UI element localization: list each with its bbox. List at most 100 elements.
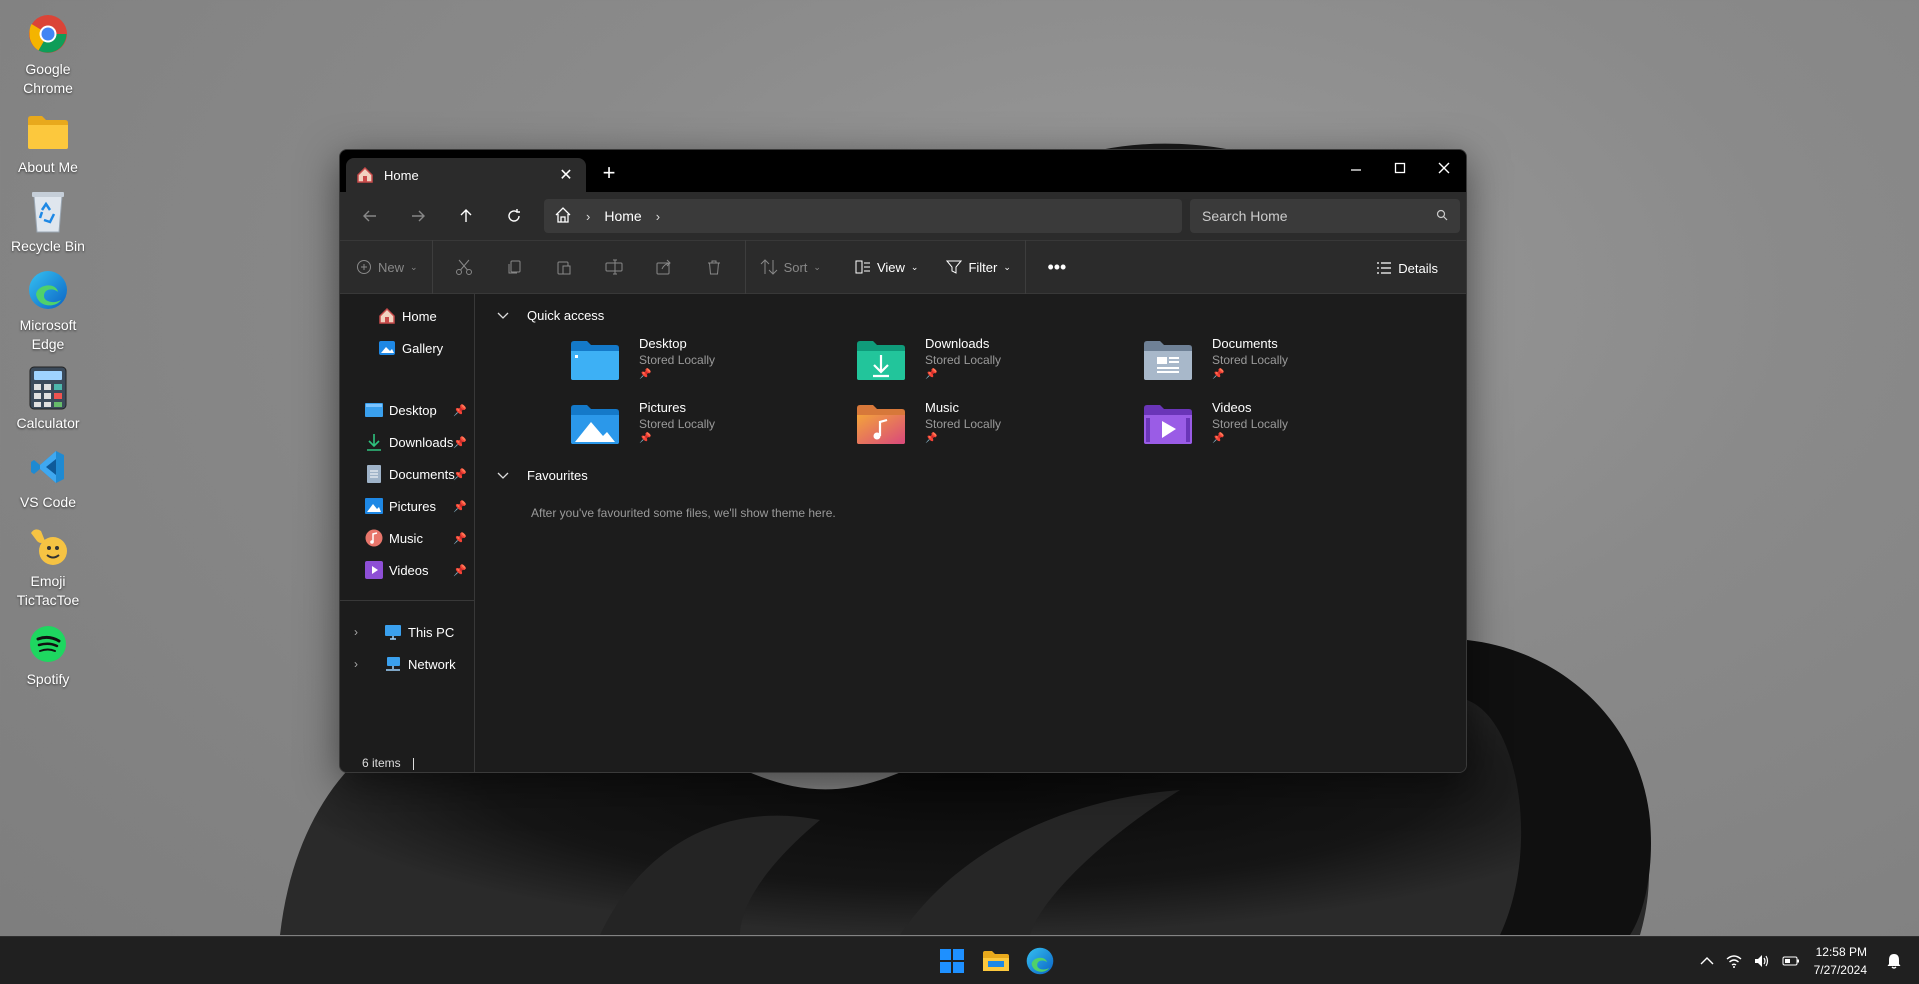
forward-button[interactable] [394,196,442,236]
pin-icon[interactable]: 📌 [453,404,467,417]
search-input[interactable]: Search Home [1190,199,1460,233]
desktop-icon-calculator[interactable]: Calculator [0,366,96,433]
desktop-icon-vscode[interactable]: VS Code [0,445,96,512]
pictures-folder-icon [571,405,619,444]
chevron-up-icon[interactable] [1700,956,1714,966]
up-button[interactable] [442,196,490,236]
share-button[interactable] [639,247,689,287]
quick-access-documents[interactable]: Documents Stored Locally 📌 [1142,336,1382,392]
volume-icon[interactable] [1754,954,1770,968]
download-icon [365,433,383,451]
clock-time: 12:58 PM [1815,945,1867,959]
more-icon: ••• [1047,256,1067,277]
chevron-right-icon[interactable]: › [586,209,590,224]
copy-button[interactable] [489,247,539,287]
pin-icon: 📌 [925,369,938,380]
maximize-button[interactable] [1378,150,1422,186]
rename-button[interactable] [589,247,639,287]
sidebar-item-this-pc[interactable]: › This PC [354,620,454,644]
clock[interactable]: 12:58 PM 7/27/2024 [1814,943,1867,979]
desktop-icon-label: Emoji TicTacToe [16,573,80,608]
navigation-pane: Home Gallery Desktop 📌 Downloads 📌 Docum… [340,294,475,772]
paste-button[interactable] [539,247,589,287]
wifi-icon[interactable] [1726,954,1742,968]
sidebar-item-downloads[interactable]: Downloads 📌 [365,430,475,454]
item-name: Pictures [639,400,686,415]
sidebar-item-network[interactable]: › Network [354,652,456,676]
edge-icon [26,268,70,312]
pin-icon[interactable]: 📌 [453,564,467,577]
minimize-button[interactable] [1334,150,1378,186]
title-bar[interactable]: Home ✕ + [340,150,1466,192]
pin-icon[interactable]: 📌 [453,532,467,545]
pin-icon: 📌 [639,433,652,444]
rename-icon [605,259,623,275]
view-button[interactable]: View ⌄ [847,247,927,287]
sidebar-item-desktop[interactable]: Desktop 📌 [365,398,475,422]
notification-bell-icon[interactable] [1887,953,1901,969]
vscode-icon [26,445,70,489]
pin-icon[interactable]: 📌 [453,468,467,481]
quick-access-header[interactable]: Quick access [497,308,604,323]
pin-icon[interactable]: 📌 [453,436,467,449]
more-options-button[interactable]: ••• [1032,247,1082,287]
sidebar-item-pictures[interactable]: Pictures 📌 [365,494,475,518]
sidebar-item-documents[interactable]: Documents 📌 [365,462,475,486]
quick-access-pictures[interactable]: Pictures Stored Locally 📌 [569,400,809,456]
new-tab-button[interactable]: + [596,160,622,186]
refresh-button[interactable] [490,196,538,236]
new-button[interactable]: New ⌄ [348,247,426,287]
desktop-icon-edge[interactable]: Microsoft Edge [0,268,96,354]
pin-icon: 📌 [1212,369,1225,380]
sidebar-item-videos[interactable]: Videos 📌 [365,558,475,582]
close-tab-icon[interactable]: ✕ [556,165,576,185]
sidebar-divider [340,600,474,601]
sidebar-item-home[interactable]: Home [378,304,437,328]
sidebar-item-label: Pictures [389,498,436,514]
close-window-button[interactable] [1422,150,1466,186]
quick-access-videos[interactable]: Videos Stored Locally 📌 [1142,400,1382,456]
quick-access-downloads[interactable]: Downloads Stored Locally 📌 [855,336,1095,392]
quick-access-desktop[interactable]: Desktop Stored Locally 📌 [569,336,809,392]
videos-folder-icon [1144,405,1192,444]
chevron-down-icon[interactable] [497,468,511,483]
item-name: Downloads [925,336,990,351]
gallery-icon [378,339,396,357]
clock-date: 7/27/2024 [1813,963,1867,977]
desktop-icon-chrome[interactable]: Google Chrome [0,12,96,98]
item-location: Stored Locally [639,353,716,367]
details-button[interactable]: Details [1376,248,1438,288]
breadcrumb-home[interactable]: Home [604,208,641,224]
favourites-header[interactable]: Favourites [497,468,588,483]
chevron-down-icon[interactable] [497,308,511,323]
taskbar-edge[interactable] [1018,943,1062,979]
back-button[interactable] [346,196,394,236]
start-button[interactable] [930,943,974,979]
sidebar-item-music[interactable]: Music 📌 [365,526,475,550]
desktop-folder-icon [365,401,383,419]
tab-home[interactable]: Home ✕ [346,158,586,192]
chevron-down-icon: ⌄ [813,261,821,272]
home-icon[interactable] [554,206,572,227]
home-icon [378,307,396,325]
cut-button[interactable] [439,247,489,287]
chevron-right-icon[interactable]: › [354,625,384,639]
chevron-right-icon[interactable]: › [656,209,660,224]
delete-button[interactable] [689,247,739,287]
content-pane: Quick access Desktop Stored Locally 📌 Do… [475,294,1466,772]
desktop-icon-spotify[interactable]: Spotify [0,622,96,689]
desktop-icon-emoji-tictactoe[interactable]: Emoji TicTacToe [0,524,96,610]
chevron-right-icon[interactable]: › [354,657,384,671]
quick-access-music[interactable]: Music Stored Locally 📌 [855,400,1095,456]
filter-button[interactable]: Filter ⌄ [938,247,1018,287]
address-bar[interactable]: › Home › [544,199,1182,233]
battery-icon[interactable] [1782,956,1800,966]
sidebar-item-gallery[interactable]: Gallery [378,336,443,360]
sort-icon [760,259,777,275]
taskbar-file-explorer[interactable] [974,943,1018,979]
pin-icon[interactable]: 📌 [453,500,467,513]
desktop-icon-label: VS Code [19,494,77,510]
desktop-icon-recycle-bin[interactable]: Recycle Bin [0,189,96,256]
desktop-icon-about-me[interactable]: About Me [0,110,96,177]
sort-button[interactable]: Sort ⌄ [752,247,829,287]
